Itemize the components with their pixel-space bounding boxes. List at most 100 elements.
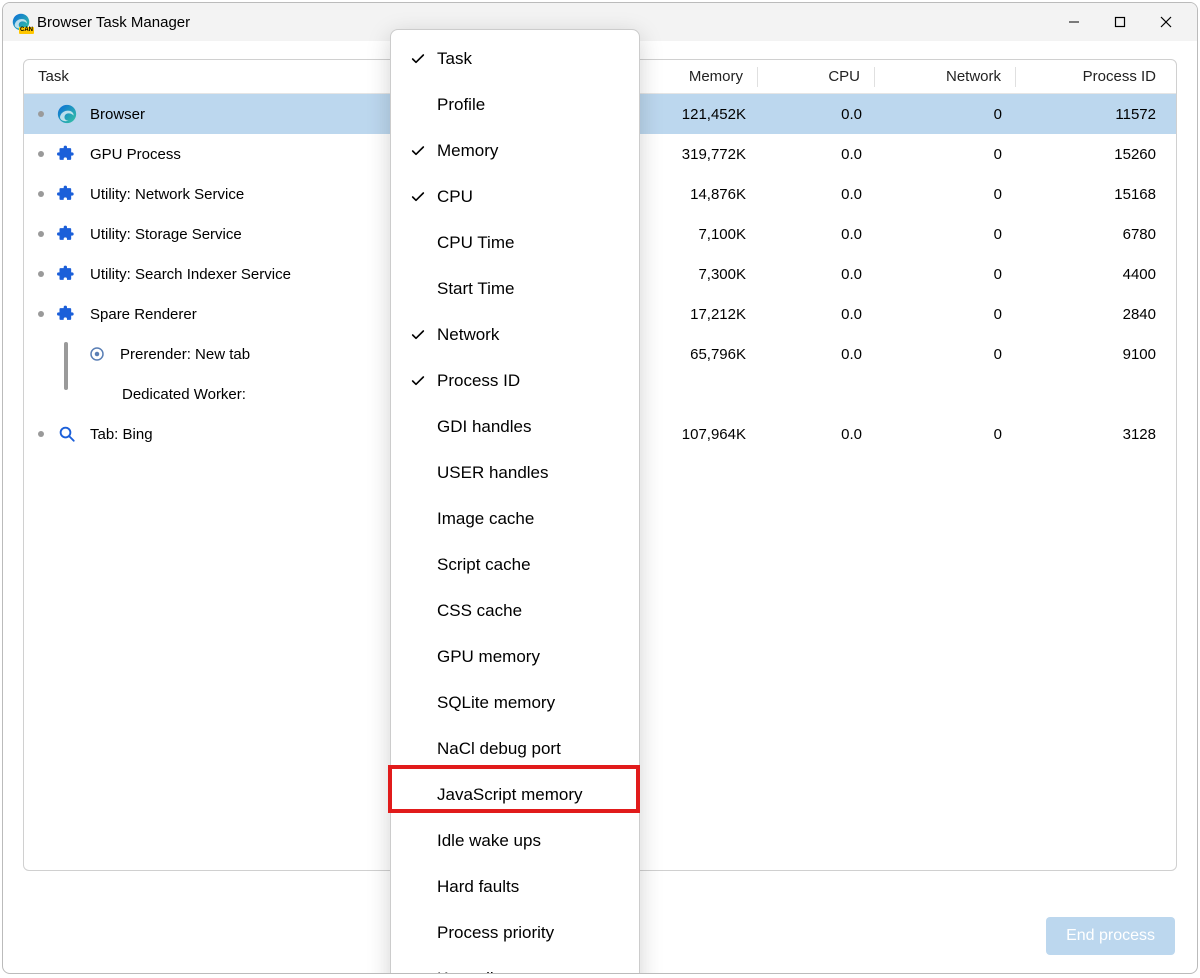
cell-cpu: 0.0 — [760, 226, 876, 243]
cell-cpu: 0.0 — [760, 186, 876, 203]
puzzle-icon — [56, 223, 78, 245]
context-menu-label: Process priority — [433, 923, 554, 943]
cell-pid: 2840 — [1016, 306, 1176, 323]
context-menu-label: Idle wake ups — [433, 831, 541, 851]
circle-icon — [86, 343, 108, 365]
cell-network: 0 — [876, 426, 1016, 443]
context-menu-label: Memory — [433, 141, 498, 161]
context-menu-item[interactable]: CSS cache — [391, 588, 639, 634]
search-icon — [56, 423, 78, 445]
context-menu-label: Keepalive count — [433, 969, 558, 974]
context-menu-label: Network — [433, 325, 499, 345]
maximize-button[interactable] — [1097, 6, 1143, 38]
context-menu-item[interactable]: CPU Time — [391, 220, 639, 266]
context-menu-item[interactable]: Start Time — [391, 266, 639, 312]
context-menu-item[interactable]: Script cache — [391, 542, 639, 588]
context-menu-item[interactable]: JavaScript memory — [391, 772, 639, 818]
cell-cpu: 0.0 — [760, 266, 876, 283]
context-menu-item[interactable]: Process priority — [391, 910, 639, 956]
edge-icon — [56, 103, 78, 125]
context-menu-item[interactable]: NaCl debug port — [391, 726, 639, 772]
cell-cpu: 0.0 — [760, 146, 876, 163]
context-menu-item[interactable]: Idle wake ups — [391, 818, 639, 864]
task-label: Utility: Storage Service — [90, 226, 242, 243]
task-manager-window: CAN Browser Task Manager Task Memory CPU… — [2, 2, 1198, 974]
row-bullet — [38, 111, 44, 117]
task-label: Tab: Bing — [90, 426, 153, 443]
context-menu-item[interactable]: SQLite memory — [391, 680, 639, 726]
task-label: Utility: Network Service — [90, 186, 244, 203]
task-label: Prerender: New tab — [120, 346, 250, 363]
cell-network: 0 — [876, 346, 1016, 363]
window-title: Browser Task Manager — [37, 14, 190, 31]
context-menu-label: CPU Time — [433, 233, 514, 253]
context-menu-label: Image cache — [433, 509, 534, 529]
context-menu-label: Script cache — [433, 555, 531, 575]
context-menu-label: Process ID — [433, 371, 520, 391]
check-icon — [403, 327, 433, 343]
row-bullet — [38, 271, 44, 277]
window-controls — [1051, 6, 1189, 38]
check-icon — [403, 51, 433, 67]
context-menu-label: Start Time — [433, 279, 514, 299]
close-button[interactable] — [1143, 6, 1189, 38]
context-menu-label: Profile — [433, 95, 485, 115]
context-menu-item[interactable]: Profile — [391, 82, 639, 128]
task-label: GPU Process — [90, 146, 181, 163]
context-menu-item[interactable]: GPU memory — [391, 634, 639, 680]
cell-network: 0 — [876, 106, 1016, 123]
context-menu-item[interactable]: CPU — [391, 174, 639, 220]
cell-network: 0 — [876, 226, 1016, 243]
cell-cpu: 0.0 — [760, 346, 876, 363]
task-label: Utility: Search Indexer Service — [90, 266, 291, 283]
puzzle-icon — [56, 183, 78, 205]
col-header-cpu[interactable]: CPU — [758, 68, 874, 85]
cell-cpu: 0.0 — [760, 106, 876, 123]
context-menu-label: CSS cache — [433, 601, 522, 621]
cell-pid: 6780 — [1016, 226, 1176, 243]
context-menu-label: USER handles — [433, 463, 549, 483]
cell-pid: 15168 — [1016, 186, 1176, 203]
context-menu-label: GPU memory — [433, 647, 540, 667]
context-menu-item[interactable]: Keepalive count — [391, 956, 639, 974]
minimize-button[interactable] — [1051, 6, 1097, 38]
cell-network: 0 — [876, 266, 1016, 283]
context-menu-item[interactable]: Task — [391, 36, 639, 82]
cell-pid: 9100 — [1016, 346, 1176, 363]
context-menu-label: CPU — [433, 187, 473, 207]
check-icon — [403, 189, 433, 205]
cell-pid: 15260 — [1016, 146, 1176, 163]
row-bullet — [38, 311, 44, 317]
context-menu-label: GDI handles — [433, 417, 532, 437]
app-icon: CAN — [11, 12, 31, 32]
row-bullet — [38, 151, 44, 157]
group-indicator — [64, 342, 68, 390]
row-bullet — [38, 231, 44, 237]
col-header-pid[interactable]: Process ID — [1016, 68, 1176, 85]
check-icon — [403, 143, 433, 159]
cell-network: 0 — [876, 306, 1016, 323]
context-menu-item[interactable]: Hard faults — [391, 864, 639, 910]
end-process-button[interactable]: End process — [1046, 917, 1175, 955]
puzzle-icon — [56, 143, 78, 165]
context-menu-label: Task — [433, 49, 472, 69]
cell-pid: 11572 — [1016, 106, 1176, 123]
cell-pid: 3128 — [1016, 426, 1176, 443]
row-bullet — [38, 431, 44, 437]
context-menu-item[interactable]: Process ID — [391, 358, 639, 404]
columns-context-menu[interactable]: Task Profile Memory CPU CPU Time Start Time Ne… — [390, 29, 640, 974]
context-menu-label: NaCl debug port — [433, 739, 561, 759]
task-label: Dedicated Worker: — [122, 386, 246, 403]
context-menu-label: JavaScript memory — [433, 785, 582, 805]
cell-network: 0 — [876, 146, 1016, 163]
check-icon — [403, 373, 433, 389]
context-menu-item[interactable]: Memory — [391, 128, 639, 174]
col-header-network[interactable]: Network — [875, 68, 1015, 85]
context-menu-label: SQLite memory — [433, 693, 555, 713]
context-menu-item[interactable]: GDI handles — [391, 404, 639, 450]
cell-pid: 4400 — [1016, 266, 1176, 283]
context-menu-item[interactable]: Network — [391, 312, 639, 358]
context-menu-item[interactable]: USER handles — [391, 450, 639, 496]
context-menu-item[interactable]: Image cache — [391, 496, 639, 542]
row-bullet — [38, 191, 44, 197]
